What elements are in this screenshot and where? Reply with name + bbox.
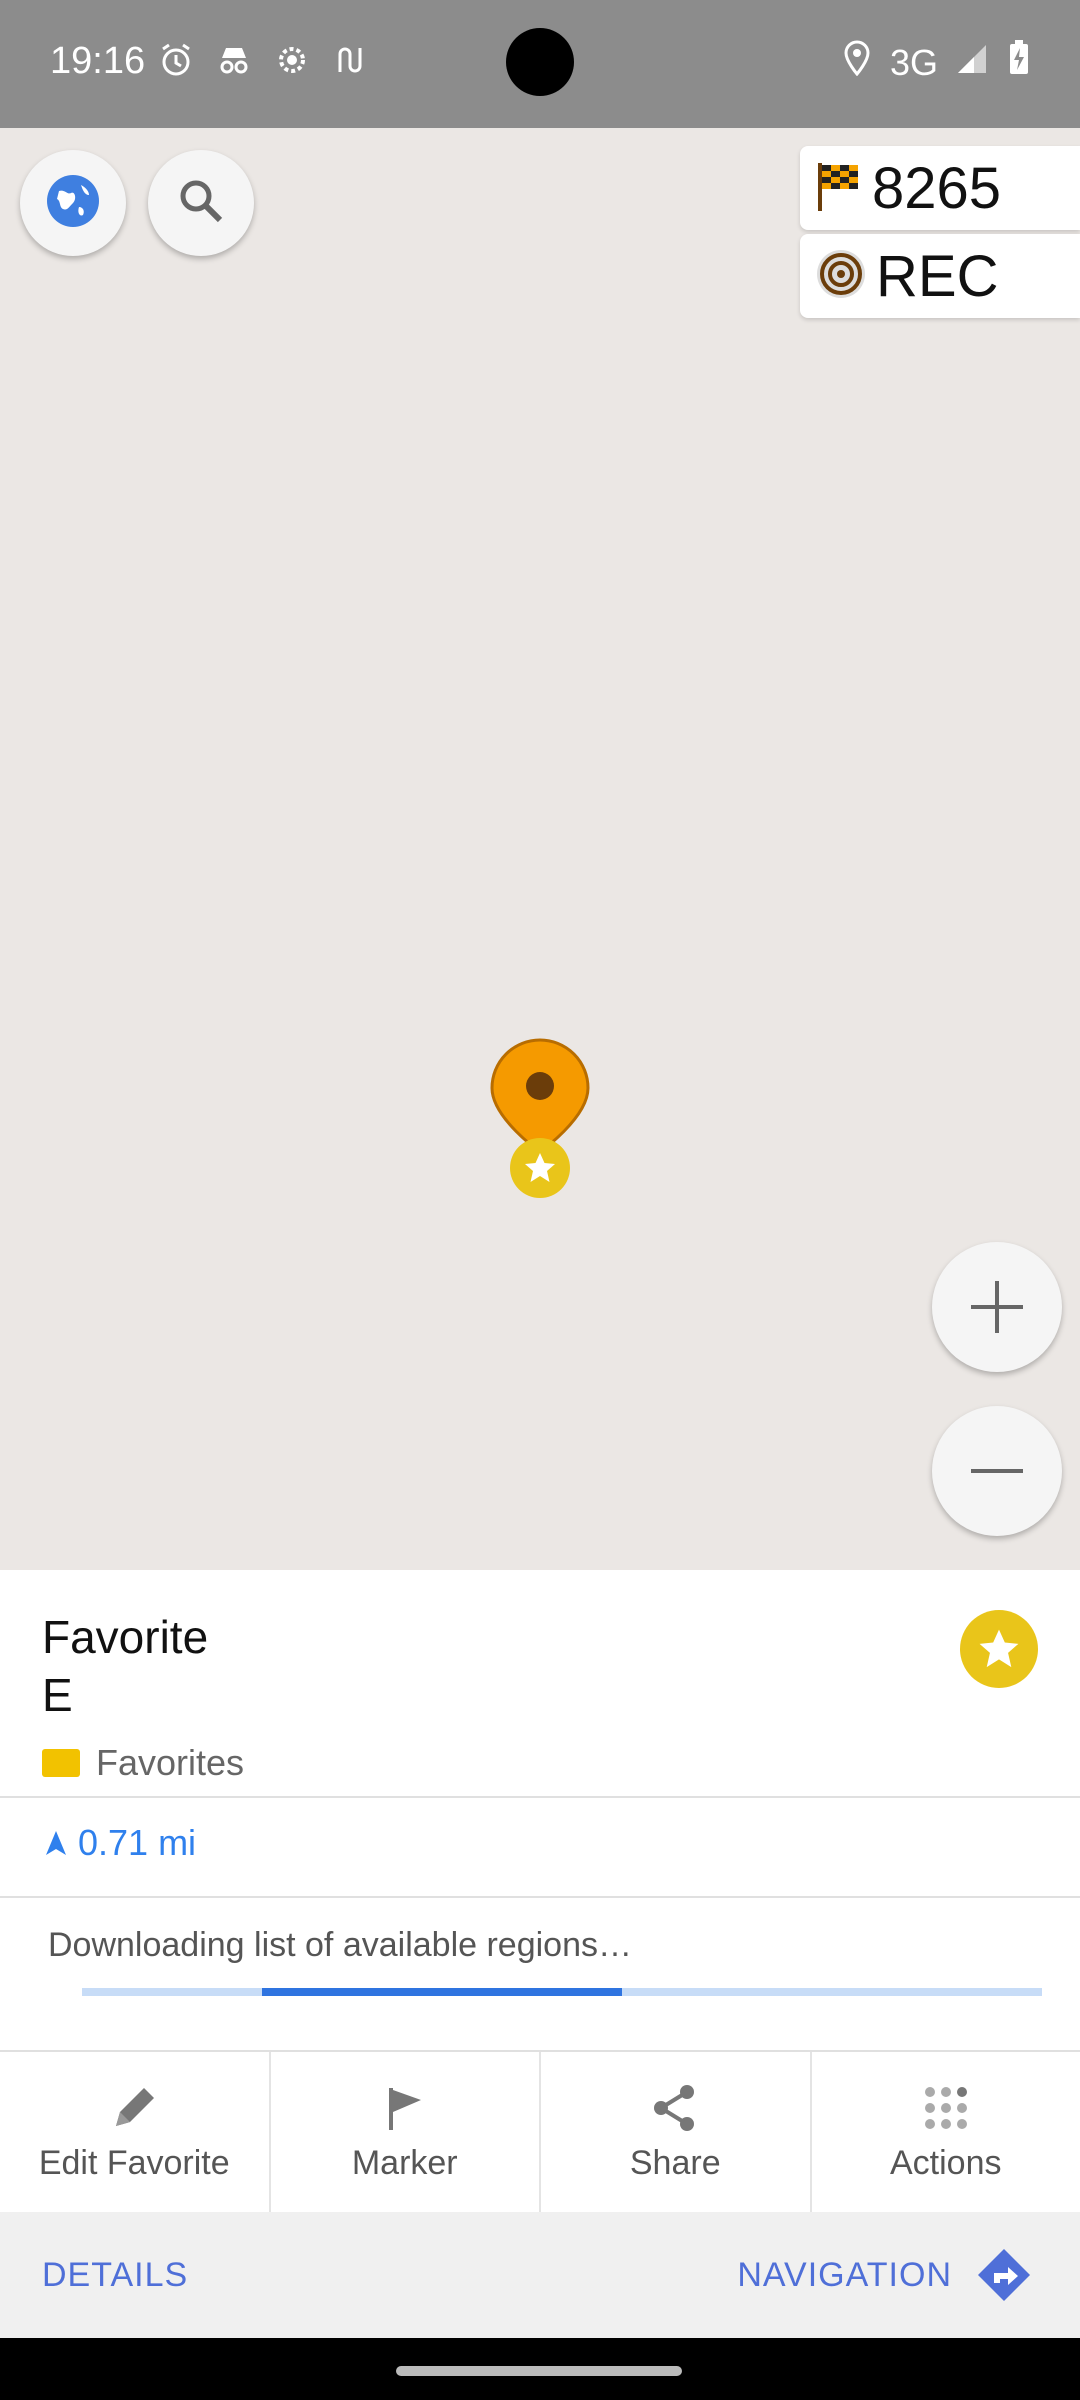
share-button[interactable]: Share [541,2052,812,2212]
details-button[interactable]: DETAILS [0,2212,710,2338]
plus-icon [971,1281,1023,1333]
navigation-label: NAVIGATION [737,2255,952,2294]
edit-favorite-label: Edit Favorite [38,2143,230,2182]
distance-value: 0.71 mi [78,1822,197,1863]
map-view[interactable]: 8265 REC [0,128,1080,1568]
direction-arrow-icon [46,1831,66,1855]
download-status-text: Downloading list of available regions… [48,1926,632,1964]
details-label: DETAILS [42,2255,189,2294]
distance-row: 0.71 mi [42,1822,196,1864]
distance-widget[interactable]: 8265 [800,146,1080,230]
marker-button[interactable]: Marker [271,2052,541,2212]
edit-favorite-button[interactable]: Edit Favorite [0,2052,271,2212]
globe-icon [45,173,101,234]
flag-icon [388,2087,421,2130]
checkered-flag-icon [814,159,864,218]
download-progress-fill [262,1988,622,1996]
favorite-group-label: Favorites [96,1742,245,1783]
signal-icon [956,41,990,84]
network-type: 3G [889,41,938,83]
target-icon [814,247,868,306]
favorite-context-panel: Favorite E Favorites 0.71 mi Downloading… [0,1570,1080,2338]
divider [0,1796,1080,1798]
status-icons-left [158,42,368,78]
globe-button[interactable] [20,150,126,256]
marker-label: Marker [351,2143,458,2182]
pencil-icon [116,2087,155,2126]
share-label: Share [629,2143,721,2182]
star-icon [979,1629,1019,1668]
actions-button[interactable]: Actions [812,2052,1080,2212]
dots-grid-icon [924,2086,967,2129]
share-icon [654,2084,695,2131]
route-icon [332,42,368,78]
alarm-icon [158,42,194,78]
folder-icon [42,1749,80,1777]
divider [0,1896,1080,1898]
search-button[interactable] [148,150,254,256]
favorite-star-button[interactable] [960,1610,1038,1688]
navigation-icon [978,2249,1030,2301]
star-icon [525,1153,555,1182]
favorite-group[interactable]: Favorites [42,1742,244,1784]
home-indicator[interactable] [396,2366,682,2376]
recording-widget[interactable]: REC [800,234,1080,318]
system-nav-bar [0,2338,1080,2400]
zoom-out-button[interactable] [932,1406,1062,1536]
favorite-title: Favorite E [42,1611,209,1721]
distance-widget-value: 8265 [872,155,1002,221]
settings-icon [274,42,310,78]
action-row: Edit Favorite Marker Share Actions [0,2052,1080,2212]
minus-icon [971,1469,1023,1473]
bottom-bar: DETAILS NAVIGATION [0,2212,1080,2338]
location-icon [842,40,872,85]
status-bar: 19:16 3G [0,0,1080,128]
download-progress-bar [82,1988,1042,1996]
actions-label: Actions [890,2143,1002,2182]
favorite-star-marker[interactable] [510,1138,570,1198]
status-time: 19:16 [50,40,146,82]
battery-charging-icon [1008,40,1030,85]
zoom-in-button[interactable] [932,1242,1062,1372]
status-icons-right: 3G [842,40,1030,85]
search-icon [176,176,226,231]
recording-label: REC [876,243,999,309]
incognito-icon [216,42,252,78]
navigation-button[interactable]: NAVIGATION [710,2212,1080,2338]
camera-cutout [506,28,574,96]
